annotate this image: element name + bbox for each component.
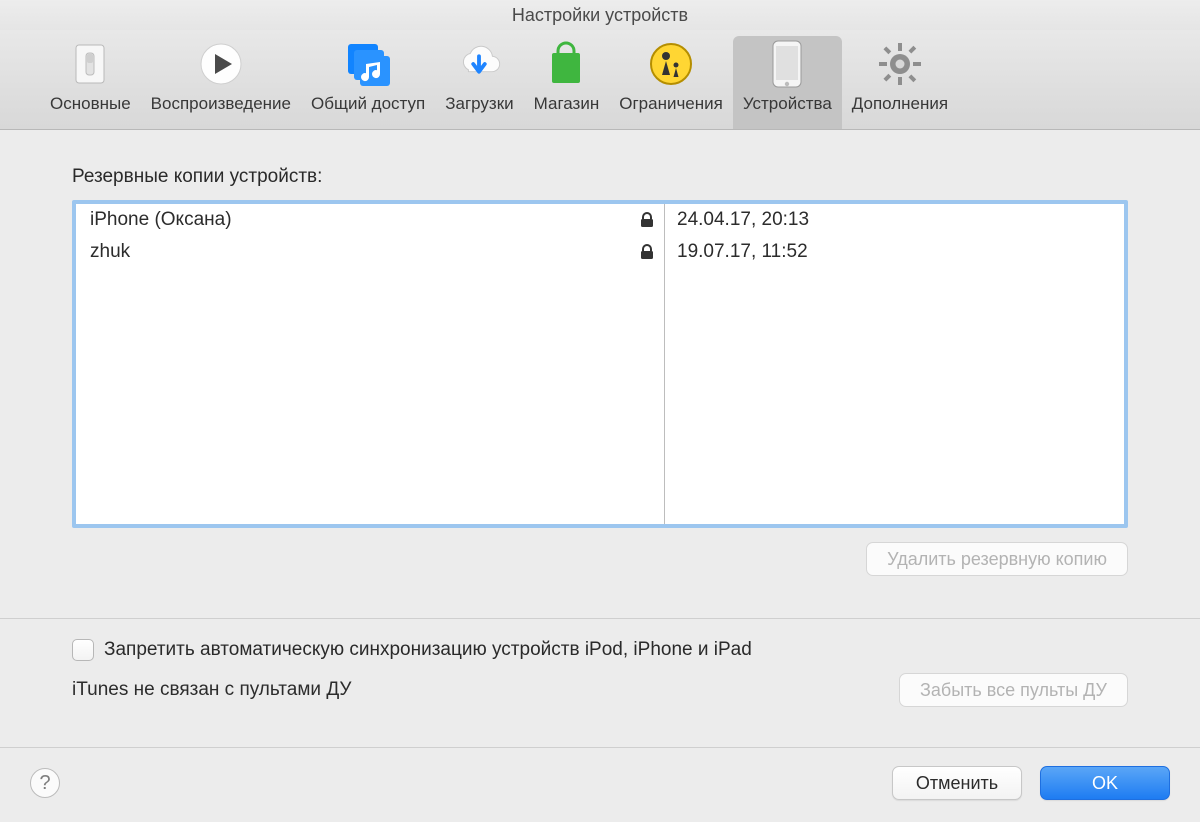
forget-remotes-button: Забыть все пульты ДУ: [899, 673, 1128, 707]
tab-general[interactable]: Основные: [40, 36, 141, 129]
shopping-bag-icon: [542, 40, 590, 88]
tab-label: Дополнения: [852, 94, 948, 114]
switch-icon: [66, 40, 114, 88]
lock-icon: [640, 212, 664, 228]
backup-device-name: iPhone (Оксана): [90, 209, 640, 231]
help-button[interactable]: ?: [30, 768, 60, 798]
iphone-icon: [763, 40, 811, 88]
backup-date: 19.07.17, 11:52: [664, 236, 1124, 268]
tab-devices[interactable]: Устройства: [733, 36, 842, 129]
tab-downloads[interactable]: Загрузки: [435, 36, 523, 129]
preferences-toolbar: Основные Воспроизведение Общий доступ За…: [0, 30, 1200, 130]
tab-label: Основные: [50, 94, 131, 114]
prevent-sync-checkbox[interactable]: [72, 639, 94, 661]
parental-icon: [647, 40, 695, 88]
ok-button[interactable]: OK: [1040, 766, 1170, 800]
play-icon: [197, 40, 245, 88]
music-stack-icon: [344, 40, 392, 88]
remote-status-label: iTunes не связан с пультами ДУ: [72, 679, 351, 701]
window-title: Настройки устройств: [0, 0, 1200, 30]
tab-playback[interactable]: Воспроизведение: [141, 36, 301, 129]
tab-label: Загрузки: [445, 94, 513, 114]
lock-icon: [640, 244, 664, 260]
tab-label: Магазин: [534, 94, 600, 114]
tab-label: Ограничения: [619, 94, 723, 114]
cancel-button[interactable]: Отменить: [892, 766, 1022, 800]
gear-icon: [876, 40, 924, 88]
tab-label: Общий доступ: [311, 94, 425, 114]
backup-list[interactable]: iPhone (Оксана) 24.04.17, 20:13 zhuk 19.…: [72, 200, 1128, 528]
backup-row[interactable]: iPhone (Оксана) 24.04.17, 20:13: [76, 204, 1124, 236]
backup-device-name: zhuk: [90, 241, 640, 263]
dialog-footer: ? Отменить OK: [0, 747, 1200, 822]
delete-backup-button: Удалить резервную копию: [866, 542, 1128, 576]
tab-store[interactable]: Магазин: [524, 36, 610, 129]
tab-label: Воспроизведение: [151, 94, 291, 114]
backup-date: 24.04.17, 20:13: [664, 204, 1124, 236]
tab-label: Устройства: [743, 94, 832, 114]
tab-advanced[interactable]: Дополнения: [842, 36, 958, 129]
cloud-download-icon: [455, 40, 503, 88]
tab-restrictions[interactable]: Ограничения: [609, 36, 733, 129]
backups-heading: Резервные копии устройств:: [72, 166, 1128, 188]
backup-row[interactable]: zhuk 19.07.17, 11:52: [76, 236, 1124, 268]
tab-sharing[interactable]: Общий доступ: [301, 36, 435, 129]
prevent-sync-label: Запретить автоматическую синхронизацию у…: [104, 639, 752, 661]
